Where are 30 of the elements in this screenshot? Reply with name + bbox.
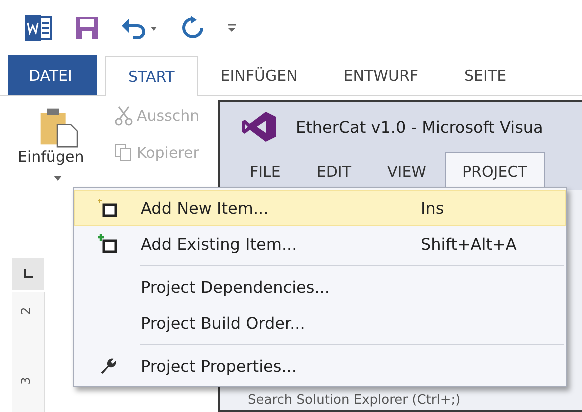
ruler-number: 3 <box>18 377 33 385</box>
ribbon-tab[interactable]: ENTWURF <box>320 55 442 95</box>
menu-item[interactable]: FILE <box>232 152 299 190</box>
menu-item[interactable]: Project Build Order... <box>74 305 566 341</box>
menu-item[interactable]: Add New Item... Ins <box>74 190 566 226</box>
ribbon-tab[interactable]: SEITE <box>442 55 530 95</box>
menu-item[interactable]: Project Properties... <box>74 348 566 384</box>
ruler-number: 2 <box>18 307 33 315</box>
word-icon[interactable] <box>25 14 53 40</box>
menu-item[interactable]: PROJECT <box>444 152 546 190</box>
window-title: EtherCat v1.0 - Microsoft Visua <box>296 118 544 136</box>
left-tab-icon <box>23 269 33 279</box>
add-item-icon <box>98 234 118 254</box>
save-icon[interactable] <box>75 16 99 40</box>
customize-icon[interactable] <box>227 22 237 32</box>
ribbon-tab[interactable]: START <box>105 56 198 96</box>
new-item-icon <box>98 198 118 218</box>
paste-label[interactable]: Einfügen <box>18 148 84 166</box>
menu-item[interactable]: Add Existing Item... Shift+Alt+A <box>74 226 566 262</box>
caret-icon[interactable] <box>54 176 62 181</box>
ribbon-tab[interactable]: EINFÜGEN <box>198 55 321 95</box>
menu-item[interactable]: VIEW <box>370 152 445 190</box>
tab-selector[interactable] <box>12 258 44 290</box>
visual-studio-logo-icon <box>242 112 276 142</box>
wrench-icon <box>99 357 117 375</box>
search-field[interactable]: Search Solution Explorer (Ctrl+;) <box>248 393 461 408</box>
redo-icon[interactable] <box>181 16 205 40</box>
menu-item[interactable]: Project Dependencies... <box>74 269 566 305</box>
menu-item[interactable]: EDIT <box>298 152 370 190</box>
file-tab[interactable]: DATEI <box>8 55 98 95</box>
